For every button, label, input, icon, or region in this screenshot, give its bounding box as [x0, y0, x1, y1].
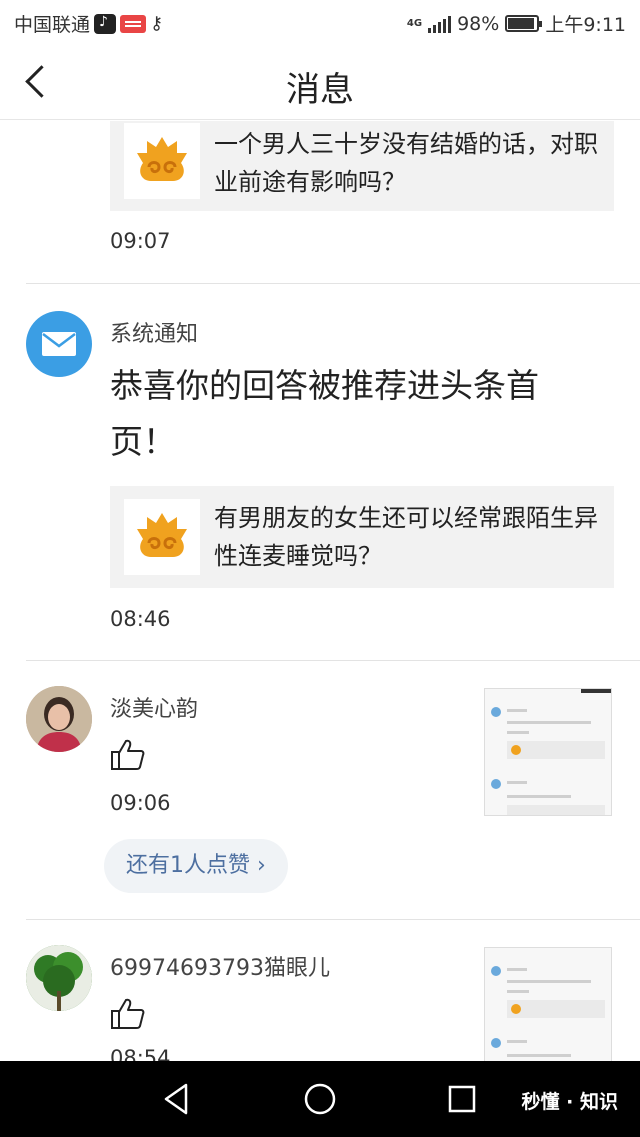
status-left: 中国联通 ⚷	[14, 10, 163, 37]
status-right: 4G 98% 上午9:11	[407, 10, 626, 37]
network-label: 4G	[406, 17, 423, 29]
user-name[interactable]: 69974693793猫眼儿	[110, 950, 330, 982]
avatar[interactable]	[26, 945, 92, 1011]
user-name[interactable]: 淡美心韵	[110, 691, 198, 723]
message-item[interactable]: 系统通知 恭喜你的回答被推荐进头条首页！ 有男朋友的女生还可以经常跟陌生异性连麦…	[0, 284, 640, 660]
home-circle-icon[interactable]	[300, 1079, 340, 1119]
answer-preview-thumbnail[interactable]	[484, 688, 612, 816]
toutiao-logo-icon	[124, 499, 200, 575]
quoted-question[interactable]: 一个男人三十岁没有结婚的话，对职业前途有影响吗？	[110, 121, 614, 211]
message-item[interactable]: 69974693793猫眼儿 08:54	[0, 920, 640, 1061]
battery-percent: 98%	[457, 12, 500, 35]
notification-text: 恭喜你的回答被推荐进头条首页！	[110, 366, 539, 461]
more-likes-button[interactable]: 还有1人点赞 ›	[104, 839, 288, 893]
system-nav-bar: 秒懂 · 知识	[0, 1061, 640, 1137]
tiktok-icon	[94, 13, 117, 34]
carrier-label: 中国联通	[14, 14, 91, 36]
answer-preview-thumbnail[interactable]	[484, 947, 612, 1061]
message-time: 09:07	[110, 229, 171, 253]
quote-text: 有男朋友的女生还可以经常跟陌生异性连麦睡觉吗？	[214, 504, 598, 570]
message-time: 09:06	[110, 791, 171, 815]
nav-bar: 消息	[0, 46, 640, 120]
watermark: 秒懂 · 知识	[521, 1091, 618, 1113]
thumbs-up-icon	[110, 737, 146, 773]
thumbs-up-icon	[110, 996, 146, 1032]
message-time: 08:54	[110, 1046, 171, 1061]
avatar[interactable]	[26, 686, 92, 752]
message-list[interactable]: 一个男人三十岁没有结婚的话，对职业前途有影响吗？ 09:07 系统通知 恭喜你的…	[0, 121, 640, 1061]
recents-square-icon[interactable]	[442, 1079, 482, 1119]
status-bar: 中国联通 ⚷ 4G 98% 上午9:11	[0, 0, 640, 46]
clock: 上午9:11	[545, 14, 626, 36]
message-time: 08:46	[110, 607, 171, 631]
battery-icon	[505, 15, 543, 32]
page-title: 消息	[286, 70, 354, 110]
back-triangle-icon[interactable]	[158, 1079, 198, 1119]
sender-name: 系统通知	[110, 322, 199, 347]
toutiao-icon	[120, 14, 147, 33]
mail-icon	[26, 311, 92, 377]
quote-text: 一个男人三十岁没有结婚的话，对职业前途有影响吗？	[214, 130, 598, 196]
message-item[interactable]: 一个男人三十岁没有结婚的话，对职业前途有影响吗？ 09:07	[0, 121, 640, 283]
toutiao-logo-icon	[124, 123, 200, 199]
key-icon: ⚷	[150, 13, 164, 34]
message-item[interactable]: 淡美心韵 09:06 还有1人点赞 ›	[0, 661, 640, 919]
signal-icon	[428, 15, 452, 33]
quoted-question[interactable]: 有男朋友的女生还可以经常跟陌生异性连麦睡觉吗？	[110, 486, 614, 588]
